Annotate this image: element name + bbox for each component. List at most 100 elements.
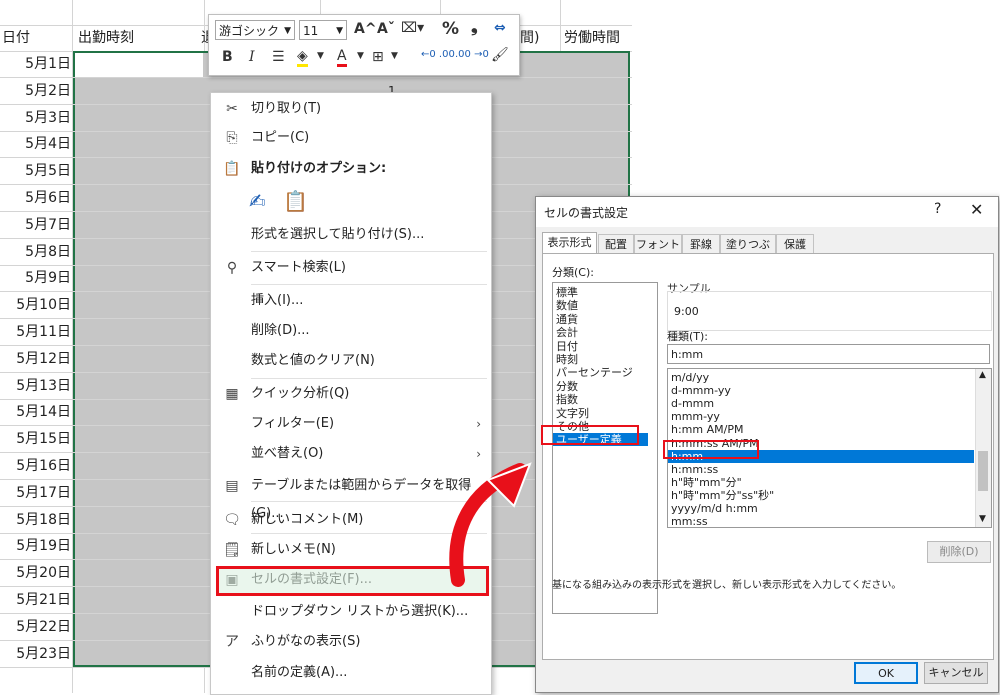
format-item[interactable]: h"時"mm"分" [671,476,742,489]
date-cell[interactable]: 5月23日 [0,641,71,667]
menu-item[interactable]: ⚲ スマート検索(L) [211,254,491,282]
italic-button[interactable]: I [249,49,255,65]
decrease-decimal-icon[interactable]: .00 →0 [455,49,489,60]
menu-item[interactable]: 名前の定義(A)... [211,659,491,687]
date-cell[interactable]: 5月19日 [0,533,71,559]
type-input[interactable]: h:mm [667,344,990,364]
scroll-thumb[interactable] [978,451,988,491]
format-item[interactable]: h:mm:ss [671,463,718,476]
bold-button[interactable]: B [222,49,233,65]
font-size-select[interactable]: 11 ▼ [299,20,347,40]
percent-button[interactable]: % [442,19,459,39]
date-cell[interactable]: 5月9日 [0,265,71,291]
chevron-down-icon[interactable]: ▼ [317,51,324,61]
category-item[interactable]: 会計 [556,326,578,339]
date-cell[interactable]: 5月12日 [0,346,71,372]
ok-button[interactable]: OK [854,662,918,684]
delete-button[interactable]: 削除(D) [927,541,991,563]
menu-item[interactable]: 挿入(I)... [211,287,491,315]
date-cell[interactable]: 5月16日 [0,453,71,479]
paste-option-icon[interactable]: ✍ [249,189,266,213]
tab-border[interactable]: 罫線 [682,234,720,253]
format-item[interactable]: mmm-yy [671,410,720,423]
category-list[interactable]: 標準 数値 通貨 会計 日付 時刻 パーセンテージ 分数 指数 文字列 その他 ユーザー定義 [552,282,658,614]
date-cell[interactable]: 5月22日 [0,614,71,640]
fill-color-icon[interactable]: ◈ [297,48,308,67]
paste-values-icon[interactable]: 📋 [283,189,308,213]
tab-protection[interactable]: 保護 [776,234,814,253]
tab-number[interactable]: 表示形式 [542,232,597,254]
date-cell[interactable]: 5月15日 [0,426,71,452]
category-item[interactable]: 標準 [556,286,578,299]
chevron-down-icon[interactable]: ▼ [357,51,364,61]
date-cell[interactable]: 5月7日 [0,212,71,238]
menu-item[interactable]: 形式を選択して貼り付け(S)... [211,221,491,249]
menu-item[interactable]: ⎘ コピー(C) [211,124,491,152]
font-color-button[interactable]: A [337,48,347,67]
header-work-hours: 労働時間 [564,30,620,46]
format-item[interactable]: mm:ss [671,515,708,527]
borders-icon[interactable]: ⊞ [372,49,384,65]
menu-item[interactable]: ドロップダウン リストから選択(K)... [211,598,491,626]
format-item[interactable]: d-mmm-yy [671,384,731,397]
date-cell[interactable]: 5月1日 [0,51,71,77]
menu-item[interactable]: 削除(D)... [211,317,491,345]
category-item[interactable]: 数値 [556,299,578,312]
menu-item-label: 並べ替え(O) [251,446,324,461]
dialog-title: セルの書式設定 [544,206,629,220]
tab-font[interactable]: フォント [634,234,682,253]
format-item[interactable]: m/d/yy [671,371,709,384]
date-cell[interactable]: 5月6日 [0,185,71,211]
format-item[interactable]: h"時"mm"分"ss"秒" [671,489,774,502]
date-cell[interactable]: 5月8日 [0,239,71,265]
dialog-titlebar: セルの書式設定 ? ✕ [536,197,998,227]
date-cell[interactable]: 5月3日 [0,105,71,131]
category-item[interactable]: 通貨 [556,313,578,326]
date-cell[interactable]: 5月21日 [0,587,71,613]
category-item[interactable]: パーセンテージ [556,366,633,379]
tab-fill[interactable]: 塗りつぶし [720,234,776,270]
category-item[interactable]: 指数 [556,393,578,406]
date-cell[interactable]: 5月17日 [0,480,71,506]
format-item[interactable]: d-mmm [671,397,714,410]
category-item[interactable]: 分数 [556,380,578,393]
date-cell[interactable]: 5月2日 [0,78,71,104]
shrink-font-button[interactable]: Aˇ [377,21,395,37]
new-note-icon: 🗒 [223,542,241,558]
date-cell[interactable]: 5月4日 [0,131,71,157]
font-name-select[interactable]: 游ゴシック ▼ [215,20,295,40]
close-button[interactable]: ✕ [970,200,983,219]
date-cell[interactable]: 5月20日 [0,560,71,586]
date-cell[interactable]: 5月13日 [0,373,71,399]
menu-item[interactable]: アふりがなの表示(S) [211,628,491,656]
menu-item[interactable]: ▦ クイック分析(Q) [211,380,491,408]
comma-button[interactable]: ❟ [471,17,478,37]
menu-item[interactable]: 📋 貼り付けのオプション: [211,155,491,183]
format-painter-icon[interactable]: 🖌 [491,47,509,63]
align-center-icon[interactable]: ☰ [272,49,285,65]
grow-font-button[interactable]: A^ [354,21,377,37]
menu-item[interactable]: 数式と値のクリア(N) [211,347,491,375]
merge-icon[interactable]: ⇔ [494,20,506,36]
increase-decimal-icon[interactable]: ←0 .00 [421,49,455,60]
menu-item[interactable]: ✂ 切り取り(T) [211,95,491,123]
chevron-down-icon[interactable]: ▼ [391,51,398,61]
category-item[interactable]: 文字列 [556,407,589,420]
tab-alignment[interactable]: 配置 [598,234,634,253]
date-cell[interactable]: 5月10日 [0,292,71,318]
format-clear-icon[interactable]: ⌧▾ [401,20,424,36]
date-cell[interactable]: 5月5日 [0,158,71,184]
category-item[interactable]: 日付 [556,340,578,353]
cancel-button[interactable]: キャンセル [924,662,988,684]
chevron-up-icon[interactable]: ▲ [979,370,986,380]
category-item[interactable]: 時刻 [556,353,578,366]
date-cell[interactable]: 5月11日 [0,319,71,345]
help-button[interactable]: ? [934,201,941,217]
date-cell[interactable]: 5月18日 [0,507,71,533]
date-cell[interactable]: 5月14日 [0,399,71,425]
menu-item-label: クイック分析(Q) [251,386,350,401]
format-item[interactable]: yyyy/m/d h:mm [671,502,758,515]
format-item[interactable]: h:mm AM/PM [671,423,743,436]
chevron-down-icon[interactable]: ▼ [979,514,986,524]
format-list-scrollbar[interactable]: ▲ ▼ [975,369,991,527]
